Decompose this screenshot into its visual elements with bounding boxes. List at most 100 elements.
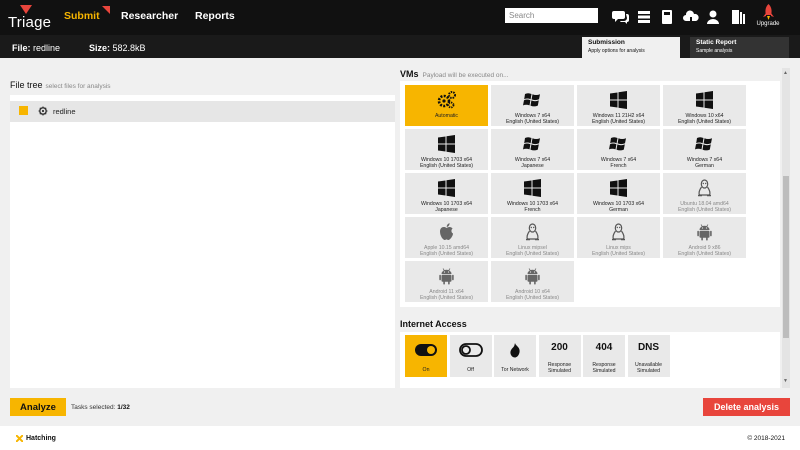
vms-title: VMs — [400, 69, 419, 79]
internet-option[interactable]: Off — [449, 335, 492, 377]
internet-option-label: Off — [467, 367, 474, 373]
vm-option[interactable]: Linux mipsel English (United States) — [491, 217, 574, 258]
internet-option[interactable]: 404 Response Simulated — [583, 335, 625, 377]
chat-icon[interactable] — [612, 8, 630, 26]
internet-access-title: Internet Access — [400, 319, 467, 329]
search-input[interactable] — [505, 8, 598, 23]
vm-option[interactable]: Windows 10 1703 x64 French — [491, 173, 574, 214]
upgrade-label: Upgrade — [756, 21, 780, 27]
file-header: File: redline Size: 582.8kB Submission A… — [0, 35, 800, 58]
file-label: File: — [12, 43, 31, 53]
vm-option[interactable]: Android 11 x64 English (United States) — [405, 261, 488, 302]
vm-option-locale: English (United States) — [677, 119, 732, 125]
internet-option[interactable]: On — [405, 335, 447, 377]
footer: Hatching © 2018-2021 — [0, 426, 800, 450]
vm-option[interactable]: Windows 11 21H2 x64 English (United State… — [577, 85, 660, 126]
vm-option[interactable]: Windows 7 x64 English (United States) — [491, 85, 574, 126]
tab-static-report[interactable]: Static Report Sample analysis — [690, 37, 789, 58]
vm-option-locale: English (United States) — [505, 119, 560, 125]
vm-option[interactable]: Android 10 x64 English (United States) — [491, 261, 574, 302]
vm-option-locale: English (United States) — [419, 251, 474, 257]
linux-icon — [608, 222, 629, 242]
active-corner-icon — [101, 6, 110, 14]
file-tree-title: File tree — [10, 80, 43, 90]
internet-option-label: Tor Network — [501, 367, 529, 373]
vm-option[interactable]: Android 9 x86 English (United States) — [663, 217, 746, 258]
tab-submission[interactable]: Submission Apply options for analysis — [582, 37, 680, 58]
vm-option-locale: French — [610, 163, 627, 169]
windows10-icon — [436, 134, 457, 154]
triage-logo[interactable]: Triage — [8, 5, 52, 31]
internet-option-sublabel: Simulated — [547, 368, 572, 374]
user-icon[interactable] — [704, 8, 722, 26]
windows10-icon — [436, 178, 457, 198]
internet-option[interactable]: DNS Unavailable Simulated — [627, 335, 670, 377]
vm-option-locale: English (United States) — [677, 207, 732, 213]
vm-option[interactable]: Windows 10 1703 x64 English (United State… — [405, 129, 488, 170]
vm-option-name: Automatic — [434, 113, 459, 119]
file-tree-heading: File tree select files for analysis — [10, 80, 111, 90]
vm-option[interactable]: Windows 10 1703 x64 Japanese — [405, 173, 488, 214]
file-tree-row[interactable]: redline — [10, 101, 395, 122]
toggle-off-icon — [458, 342, 483, 358]
internet-option[interactable]: Tor Network — [494, 335, 536, 377]
vm-option-locale: German — [695, 163, 714, 169]
android-icon — [694, 222, 715, 242]
vm-option[interactable]: Ubuntu 18.04 amd64 English (United States… — [663, 173, 746, 214]
windows10-icon — [608, 90, 629, 110]
windows10-icon — [608, 178, 629, 198]
nav-researcher[interactable]: Researcher — [121, 10, 178, 22]
internet-option-label: On — [422, 367, 430, 373]
vm-option-locale: English (United States) — [677, 251, 732, 257]
windows7-icon — [608, 134, 629, 154]
tasks-value: 1/32 — [117, 404, 130, 411]
delete-analysis-button[interactable]: Delete analysis — [703, 398, 790, 416]
cloud-icon[interactable] — [682, 8, 700, 26]
internet-option[interactable]: 200 Response Simulated — [538, 335, 581, 377]
tasks-selected: Tasks selected: 1/32 — [71, 404, 130, 411]
vm-option-locale: Japanese — [435, 207, 458, 213]
linux-icon — [694, 178, 715, 198]
tab-submission-subtitle: Apply options for analysis — [588, 48, 645, 54]
size-info: Size: 582.8kB — [89, 43, 146, 53]
windows7-icon — [522, 90, 543, 110]
vm-option[interactable]: Windows 10 x64 English (United States) — [663, 85, 746, 126]
upgrade-button[interactable]: Upgrade — [754, 4, 782, 30]
file-name: redline — [33, 43, 61, 53]
tab-static-report-title: Static Report — [696, 39, 737, 46]
vm-option[interactable]: Automatic — [405, 85, 488, 126]
vm-option[interactable]: Windows 7 x64 Japanese — [491, 129, 574, 170]
vm-option[interactable]: Windows 7 x64 French — [577, 129, 660, 170]
vm-option-locale: German — [609, 207, 628, 213]
options-scrollbar[interactable]: ▲ ▼ — [782, 68, 790, 388]
file-checkbox[interactable] — [19, 106, 28, 115]
vm-option[interactable]: Windows 10 1703 x64 German — [577, 173, 660, 214]
nav-submit[interactable]: Submit — [64, 6, 110, 22]
vm-option-locale: French — [524, 207, 541, 213]
logout-icon[interactable] — [729, 8, 747, 26]
scroll-up-icon[interactable]: ▲ — [783, 70, 788, 76]
book-icon[interactable] — [658, 8, 676, 26]
vm-option[interactable]: Windows 7 x64 German — [663, 129, 746, 170]
list-icon[interactable] — [635, 8, 653, 26]
tor-icon — [503, 342, 527, 358]
tasks-label: Tasks selected: — [71, 404, 116, 411]
scrollbar-thumb[interactable] — [783, 176, 789, 338]
nav-submit-label: Submit — [64, 10, 100, 22]
scroll-down-icon[interactable]: ▼ — [783, 378, 788, 384]
vm-option[interactable]: Apple 10.15 amd64 English (United States) — [405, 217, 488, 258]
tab-submission-title: Submission — [588, 39, 625, 46]
vm-option[interactable]: Linux mips English (United States) — [577, 217, 660, 258]
android-icon — [436, 266, 457, 286]
apple-icon — [436, 222, 457, 242]
nav-reports[interactable]: Reports — [195, 10, 235, 22]
options-panel: VMs Payload will be executed on... Automa… — [398, 68, 782, 388]
vm-option-locale: English (United States) — [419, 295, 474, 301]
hatching-brand[interactable]: Hatching — [26, 435, 56, 442]
brand-name: Triage — [8, 14, 52, 31]
copyright: © 2018-2021 — [747, 435, 785, 442]
executable-gear-icon — [38, 106, 48, 116]
analyze-button[interactable]: Analyze — [10, 398, 66, 416]
internet-option-sublabel: Simulated — [636, 368, 661, 374]
windows10-icon — [522, 178, 543, 198]
